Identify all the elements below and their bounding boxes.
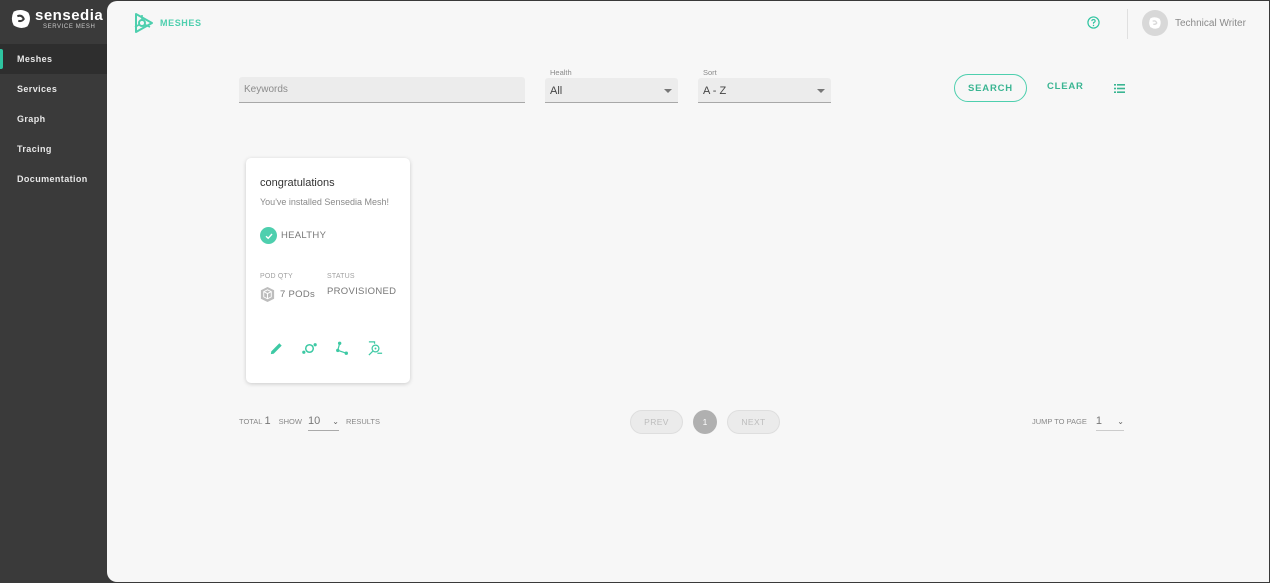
tracing-icon[interactable] (367, 340, 384, 357)
page-header: MESHES (131, 11, 202, 35)
prev-page-button[interactable]: PREV (630, 410, 683, 434)
keywords-field[interactable] (239, 77, 525, 103)
connect-icon[interactable] (301, 340, 318, 357)
jump-page-value: 1 (1095, 415, 1103, 427)
user-menu[interactable]: Technical Writer (1142, 10, 1246, 36)
jump-page-select[interactable]: 1 ⌄ (1095, 415, 1124, 431)
sidebar-item-documentation[interactable]: Documentation (0, 164, 107, 194)
chevron-down-icon: ⌄ (332, 416, 339, 426)
page-title: MESHES (160, 18, 202, 28)
chevron-down-icon: ⌄ (1117, 416, 1124, 426)
health-status: HEALTHY (260, 227, 326, 244)
graph-icon[interactable] (334, 340, 351, 357)
dropdown-arrow-icon (664, 89, 672, 93)
results-summary: TOTAL 1 SHOW 10 ⌄ RESULTS (239, 415, 380, 431)
sensedia-logo-icon (11, 10, 30, 28)
pod-qty-label: POD QTY (260, 273, 293, 280)
brand-subtitle: SERVICE MESH (43, 24, 96, 30)
brand-logo[interactable]: sensedia SERVICE MESH (10, 8, 103, 30)
main-content: MESHES Technical Writer Health All Sort … (107, 1, 1269, 582)
sidebar-item-services[interactable]: Services (0, 74, 107, 104)
next-page-button[interactable]: NEXT (727, 410, 780, 434)
mesh-description: You've installed Sensedia Mesh! (260, 197, 389, 207)
mesh-name: congratulations (260, 177, 335, 189)
health-value: All (550, 85, 563, 97)
sort-select[interactable]: A - Z (698, 78, 831, 103)
health-text: HEALTHY (281, 230, 327, 241)
show-label: SHOW (278, 417, 302, 426)
health-label: Health (550, 68, 572, 77)
keywords-input[interactable] (239, 77, 525, 102)
sidebar: sensedia SERVICE MESH Meshes Services Gr… (0, 0, 107, 583)
mesh-icon (134, 13, 153, 33)
dropdown-arrow-icon (817, 89, 825, 93)
page-size-value: 10 (307, 415, 321, 427)
cube-icon (260, 286, 275, 303)
health-select[interactable]: All (545, 78, 678, 103)
pod-qty-value: 7 PODs (280, 289, 316, 300)
sort-value: A - Z (703, 85, 727, 97)
results-label: RESULTS (345, 417, 380, 426)
total-label: TOTAL (239, 417, 263, 426)
search-button[interactable]: SEARCH (954, 74, 1027, 102)
sidebar-item-graph[interactable]: Graph (0, 104, 107, 134)
sidebar-nav: Meshes Services Graph Tracing Documentat… (0, 44, 107, 194)
help-circle-icon[interactable] (1087, 16, 1100, 29)
jump-to-page: JUMP TO PAGE 1 ⌄ (1032, 415, 1124, 431)
status-value: PROVISIONED (327, 286, 397, 297)
mesh-card[interactable]: congratulations You've installed Sensedi… (246, 158, 410, 383)
avatar (1142, 10, 1168, 36)
pod-qty: 7 PODs (259, 286, 315, 303)
user-logo-icon (1149, 17, 1161, 29)
sidebar-item-tracing[interactable]: Tracing (0, 134, 107, 164)
sort-label: Sort (703, 68, 717, 77)
jump-label: JUMP TO PAGE (1032, 417, 1087, 426)
page-size-select[interactable]: 10 ⌄ (307, 415, 339, 431)
list-view-icon[interactable] (1114, 84, 1125, 93)
header-divider (1127, 9, 1128, 39)
card-actions (268, 340, 384, 357)
edit-icon[interactable] (268, 340, 285, 357)
brand-name: sensedia (35, 7, 104, 24)
sidebar-item-meshes[interactable]: Meshes (0, 44, 107, 74)
check-circle-icon (260, 227, 277, 244)
user-name: Technical Writer (1175, 17, 1246, 29)
current-page[interactable]: 1 (693, 410, 717, 434)
clear-button[interactable]: CLEAR (1047, 81, 1084, 92)
status-label: STATUS (327, 273, 355, 280)
total-count: 1 (264, 415, 271, 427)
